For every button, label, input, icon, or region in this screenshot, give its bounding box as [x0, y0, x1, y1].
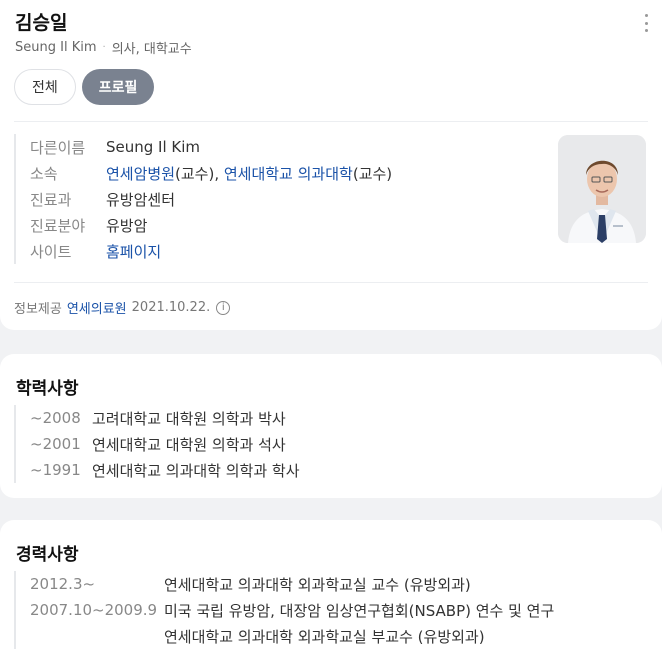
person-subline: Seung Il Kim · 의사, 대학교수 — [15, 38, 192, 57]
affiliation-link-medical-school[interactable]: 연세대학교 의과대학 — [224, 165, 353, 183]
homepage-link[interactable]: 홈페이지 — [106, 241, 161, 262]
description: 연세대학교 의과대학 의학과 학사 — [92, 461, 300, 480]
person-name: 김승일 — [15, 12, 68, 34]
career-title: 경력사항 — [16, 545, 79, 565]
divider — [14, 121, 648, 122]
period: 2012.3~ — [30, 575, 96, 593]
profile-info: 다른이름 Seung Il Kim 소속 연세암병원(교수), 연세대학교 의과… — [14, 134, 392, 264]
list-item: 2012.3~ 연세대학교 의과대학 외과학교실 교수 (유방외과) — [30, 571, 554, 597]
info-label: 진료분야 — [30, 216, 86, 235]
description: 미국 국립 유방암, 대장암 임상연구협회(NSABP) 연수 및 연구 — [164, 601, 555, 620]
more-options-icon[interactable] — [642, 14, 650, 32]
info-value: 연세암병원(교수), 연세대학교 의과대학(교수) — [106, 163, 392, 184]
occupation: 의사, 대학교수 — [111, 42, 192, 57]
info-label: 다른이름 — [30, 138, 86, 157]
source-provider-link[interactable]: 연세의료원 — [67, 298, 127, 317]
info-row-other-name: 다른이름 Seung Il Kim — [30, 134, 392, 160]
tab-all[interactable]: 전체 — [14, 69, 76, 105]
career-list: 2012.3~ 연세대학교 의과대학 외과학교실 교수 (유방외과) 2007.… — [14, 571, 554, 649]
period: ~1991 — [30, 461, 81, 479]
list-item: ~2001 연세대학교 대학원 의학과 석사 — [30, 431, 300, 457]
english-name: Seung Il Kim — [15, 40, 97, 55]
education-list: ~2008 고려대학교 대학원 의학과 박사 ~2001 연세대학교 대학원 의… — [14, 405, 300, 483]
list-item: ~1991 연세대학교 의과대학 의학과 학사 — [30, 457, 300, 483]
description: 연세대학교 대학원 의학과 석사 — [92, 435, 286, 454]
info-source: 정보제공 연세의료원 2021.10.22. i — [14, 298, 231, 317]
info-row-site: 사이트 홈페이지 — [30, 238, 392, 264]
description: 고려대학교 대학원 의학과 박사 — [92, 409, 286, 428]
career-card: 경력사항 2012.3~ 연세대학교 의과대학 외과학교실 교수 (유방외과) … — [0, 520, 662, 656]
separator-dot: · — [102, 42, 106, 53]
profile-card: 김승일 Seung Il Kim · 의사, 대학교수 전체 프로필 다른이름 … — [0, 0, 662, 330]
info-icon[interactable]: i — [216, 300, 231, 315]
info-label: 사이트 — [30, 242, 72, 261]
divider — [14, 282, 648, 283]
list-item: 연세대학교 의과대학 외과학교실 부교수 (유방외과) — [30, 623, 554, 649]
period: 2007.10~2009.9 — [30, 601, 158, 619]
info-label: 소속 — [30, 164, 58, 183]
source-date: 2021.10.22. — [131, 300, 211, 315]
affiliation-role: (교수), — [175, 164, 224, 183]
source-label: 정보제공 — [14, 302, 62, 317]
profile-photo[interactable] — [558, 135, 646, 243]
info-row-specialty: 진료분야 유방암 — [30, 212, 392, 238]
list-item: 2007.10~2009.9 미국 국립 유방암, 대장암 임상연구협회(NSA… — [30, 597, 554, 623]
info-row-affiliation: 소속 연세암병원(교수), 연세대학교 의과대학(교수) — [30, 160, 392, 186]
affiliation-link-cancer-hospital[interactable]: 연세암병원 — [106, 165, 175, 183]
info-row-department: 진료과 유방암센터 — [30, 186, 392, 212]
info-value: 유방암 — [106, 216, 148, 235]
education-card: 학력사항 ~2008 고려대학교 대학원 의학과 박사 ~2001 연세대학교 … — [0, 354, 662, 498]
info-value: Seung Il Kim — [106, 138, 201, 156]
period: ~2001 — [30, 435, 81, 453]
period: ~2008 — [30, 409, 81, 427]
description: 연세대학교 의과대학 외과학교실 부교수 (유방외과) — [164, 627, 485, 646]
description: 연세대학교 의과대학 외과학교실 교수 (유방외과) — [164, 575, 471, 594]
education-title: 학력사항 — [16, 379, 79, 399]
info-label: 진료과 — [30, 190, 72, 209]
tab-profile[interactable]: 프로필 — [81, 69, 155, 105]
profile-tabs: 전체 프로필 — [14, 69, 155, 105]
list-item: ~2008 고려대학교 대학원 의학과 박사 — [30, 405, 300, 431]
info-value: 유방암센터 — [106, 190, 176, 209]
affiliation-role: (교수) — [352, 164, 393, 183]
